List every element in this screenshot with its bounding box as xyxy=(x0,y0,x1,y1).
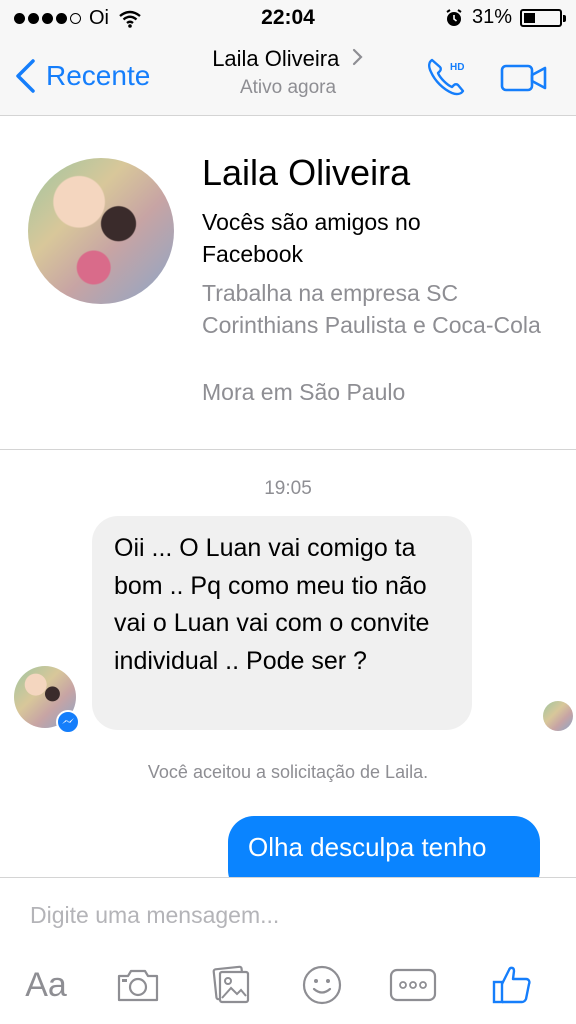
chevron-right-icon xyxy=(352,46,364,71)
gallery-icon xyxy=(212,965,250,1004)
svg-text:HD: HD xyxy=(450,62,464,73)
more-button[interactable] xyxy=(388,962,438,1008)
work-info: Trabalha na empresa SC Corinthians Pauli… xyxy=(202,280,541,338)
message-timestamp: 19:05 xyxy=(264,478,312,499)
active-status: Ativo agora xyxy=(239,77,337,98)
emoji-button[interactable] xyxy=(300,962,344,1008)
incoming-message-bubble[interactable]: Oii ... O Luan vai comigo ta bom .. Pq c… xyxy=(92,516,472,730)
emoji-icon xyxy=(302,965,342,1005)
location-info: Mora em São Paulo xyxy=(202,379,406,405)
message-input[interactable]: Digite uma mensagem... xyxy=(30,902,279,929)
video-camera-icon xyxy=(500,64,547,92)
camera-button[interactable] xyxy=(114,962,162,1008)
profile-avatar[interactable] xyxy=(28,158,174,304)
contact-name: Laila Oliveira xyxy=(212,46,340,71)
profile-name: Laila Oliveira xyxy=(202,152,411,193)
status-bar: Oi 22:04 31% xyxy=(0,0,576,38)
system-note: Você aceitou a solicitação de Laila. xyxy=(147,762,429,782)
camera-icon xyxy=(117,969,159,1002)
read-receipt-avatar xyxy=(543,701,573,731)
composer: Digite uma mensagem... Aa xyxy=(0,877,576,1024)
video-call-button[interactable] xyxy=(500,64,548,97)
navigation-bar: Recente Laila Oliveira Ativo agora HD xyxy=(0,38,576,116)
phone-hd-icon: HD xyxy=(428,58,464,96)
battery-icon xyxy=(520,8,566,27)
thumbs-up-icon xyxy=(492,966,531,1004)
composer-toolbar: Aa xyxy=(0,962,576,1008)
conversation-title[interactable]: Laila Oliveira Ativo agora xyxy=(0,46,576,99)
more-icon xyxy=(389,968,437,1002)
text-format-button[interactable]: Aa xyxy=(22,962,70,1008)
status-right: 31% xyxy=(444,6,566,29)
friendship-info: Vocês são amigos no Facebook xyxy=(202,209,421,267)
divider xyxy=(0,449,576,450)
alarm-icon xyxy=(444,8,464,28)
audio-call-button[interactable]: HD xyxy=(426,56,472,103)
like-button[interactable] xyxy=(490,962,534,1008)
battery-level xyxy=(524,12,535,23)
aa-label: Aa xyxy=(25,965,67,1004)
messenger-icon xyxy=(56,710,80,734)
battery-percent: 31% xyxy=(471,6,512,28)
gallery-button[interactable] xyxy=(208,962,254,1008)
